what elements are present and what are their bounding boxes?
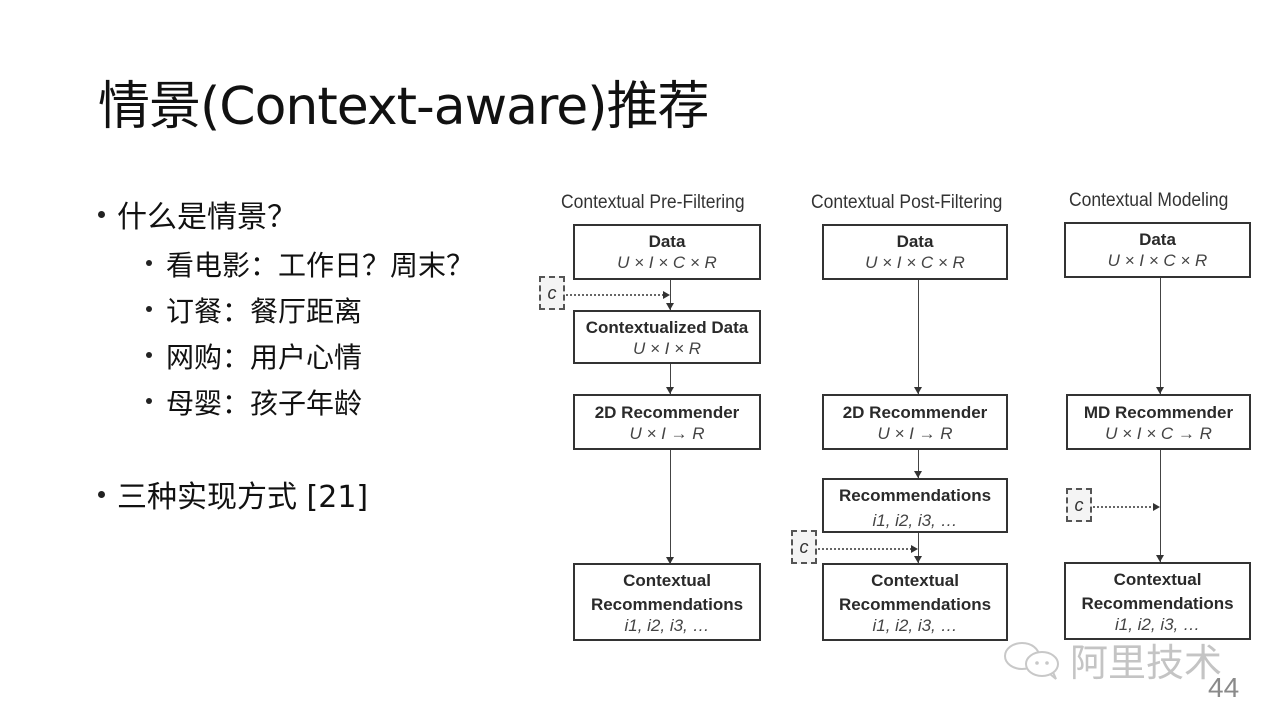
arrow-down-icon (914, 471, 922, 478)
column-title-pre-filtering: Contextual Pre-Filtering (561, 192, 745, 213)
post-2d-recommender-box: 2D Recommender U × I → R (822, 394, 1008, 450)
column-title-post-filtering: Contextual Post-Filtering (811, 192, 1003, 213)
box-formula: U × I × C × R (617, 253, 717, 272)
pre-contextual-recommendations-box: Contextual Recommendations i1, i2, i3, … (573, 563, 761, 641)
box-formula: U × I × C × R (865, 253, 965, 272)
box-heading-line2: Recommendations (590, 595, 744, 614)
connector-line (670, 450, 671, 564)
box-formula: U × I → R (877, 424, 953, 443)
box-formula: i1, i2, i3, … (872, 616, 958, 635)
model-data-box: Data U × I × C × R (1064, 222, 1251, 278)
arrow-down-icon (666, 303, 674, 310)
box-heading: 2D Recommender (842, 403, 988, 422)
page-number: 44 (1208, 672, 1240, 703)
context-dashed-connector (1093, 506, 1155, 508)
post-data-box: Data U × I × C × R (822, 224, 1008, 280)
box-formula: U × I × C × R (1107, 251, 1208, 270)
post-contextual-recommendations-box: Contextual Recommendations i1, i2, i3, … (822, 563, 1008, 641)
arrow-right-icon (911, 545, 918, 553)
context-c-box: c (791, 530, 817, 564)
box-formula: U × I × R (632, 339, 702, 358)
context-c-box: c (1066, 488, 1092, 522)
arrow-right-icon (1153, 503, 1160, 511)
box-heading: Data (896, 232, 934, 251)
column-title-modeling: Contextual Modeling (1069, 190, 1229, 211)
model-contextual-recommendations-box: Contextual Recommendations i1, i2, i3, … (1064, 562, 1251, 640)
box-heading: Recommendations (838, 486, 992, 505)
connector-line (1160, 278, 1161, 394)
context-dashed-connector (818, 548, 912, 550)
pre-2d-recommender-box: 2D Recommender U × I → R (573, 394, 761, 450)
box-heading: 2D Recommender (594, 403, 740, 422)
arrow-down-icon (666, 387, 674, 394)
pre-contextualized-data-box: Contextualized Data U × I × R (573, 310, 761, 364)
pre-data-box: Data U × I × C × R (573, 224, 761, 280)
connector-line (1160, 450, 1161, 562)
model-md-recommender-box: MD Recommender U × I × C → R (1066, 394, 1251, 450)
context-c-box: c (539, 276, 565, 310)
connector-line (918, 280, 919, 394)
arrow-down-icon (1156, 555, 1164, 562)
box-heading: Data (648, 232, 686, 251)
box-formula: U × I × C → R (1105, 424, 1212, 443)
arrow-down-icon (914, 556, 922, 563)
box-heading: Contextual (1113, 570, 1202, 589)
box-formula: i1, i2, i3, … (872, 511, 958, 530)
arrow-down-icon (914, 387, 922, 394)
context-aware-diagram: Contextual Pre-Filtering Data U × I × C … (0, 0, 1280, 720)
box-heading-line2: Recommendations (1081, 594, 1234, 613)
post-recommendations-box: Recommendations i1, i2, i3, … (822, 478, 1008, 533)
box-formula: U × I → R (629, 424, 705, 443)
box-heading: Contextual (871, 571, 959, 590)
context-dashed-connector (566, 294, 664, 296)
wechat-icon (1004, 642, 1059, 680)
box-heading: Contextualized Data (585, 318, 749, 337)
box-heading-line2: Recommendations (838, 595, 992, 614)
arrow-right-icon (663, 291, 670, 299)
box-heading: Data (1139, 230, 1176, 249)
box-formula: i1, i2, i3, … (624, 616, 710, 635)
box-heading: Contextual (623, 571, 711, 590)
watermark-text: 阿里技术 (1070, 641, 1223, 685)
box-heading: MD Recommender (1083, 403, 1234, 422)
arrow-down-icon (1156, 387, 1164, 394)
